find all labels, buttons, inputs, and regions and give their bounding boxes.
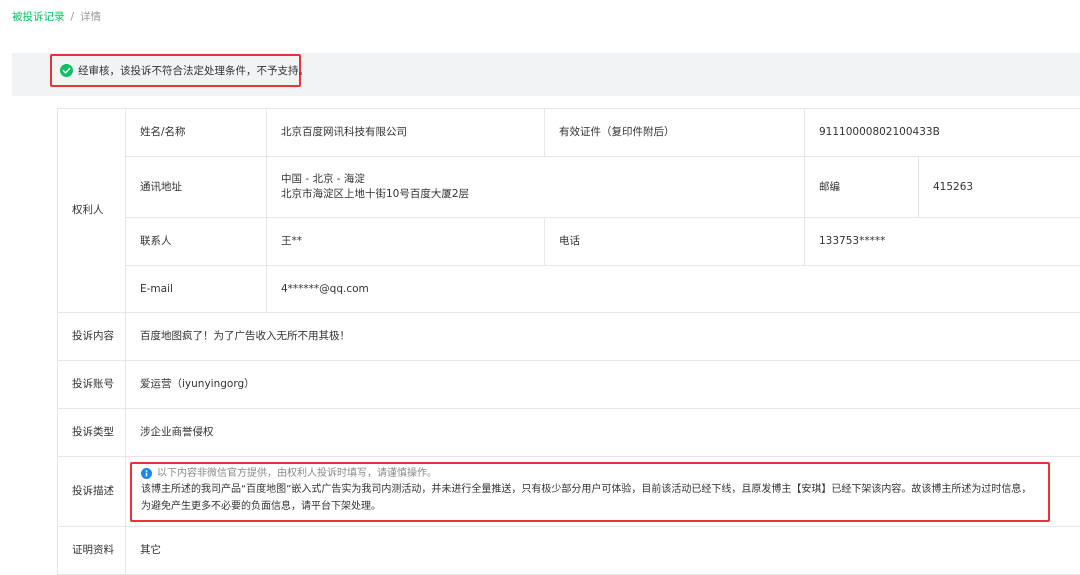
name-value: 北京百度网讯科技有限公司 [267, 109, 545, 157]
table-row: 通讯地址 中国 - 北京 - 海淀 北京市海淀区上地十街10号百度大厦2层 邮编… [58, 157, 1080, 218]
complaint-description-label: 投诉描述 [58, 457, 126, 527]
address-street: 北京市海淀区上地十街10号百度大厦2层 [281, 187, 804, 202]
phone-label: 电话 [545, 218, 805, 266]
review-status-bar: 经审核，该投诉不符合法定处理条件，不予支持。 [12, 53, 1080, 96]
proof-materials-value: 其它 [126, 527, 1080, 575]
complaint-type-label: 投诉类型 [58, 409, 126, 457]
complaint-account-label: 投诉账号 [58, 361, 126, 409]
table-row: 权利人 姓名/名称 北京百度网讯科技有限公司 有效证件（复印件附后） 91110… [58, 109, 1080, 157]
table-row: E-mail 4******@qq.com [58, 266, 1080, 313]
complaint-account-value: 爱运营（iyunyingorg） [126, 361, 1080, 409]
review-status-highlight: 经审核，该投诉不符合法定处理条件，不予支持。 [50, 54, 301, 87]
complaint-description-value: 以下内容非微信官方提供，由权利人投诉时填写，请谨慎操作。 该博主所述的我司产品“… [126, 457, 1080, 527]
table-row: 投诉账号 爱运营（iyunyingorg） [58, 361, 1080, 409]
breadcrumb-current: 详情 [80, 11, 101, 23]
complaint-type-value: 涉企业商誉侵权 [126, 409, 1080, 457]
name-label: 姓名/名称 [126, 109, 267, 157]
complaint-content-label: 投诉内容 [58, 313, 126, 361]
table-row: 投诉类型 涉企业商誉侵权 [58, 409, 1080, 457]
proof-materials-label: 证明资料 [58, 527, 126, 575]
email-value: 4******@qq.com [267, 266, 1080, 313]
table-row: 证明资料 其它 [58, 527, 1080, 575]
address-label: 通讯地址 [126, 157, 267, 218]
contact-value: 王** [267, 218, 545, 266]
complaint-detail-table: 权利人 姓名/名称 北京百度网讯科技有限公司 有效证件（复印件附后） 91110… [57, 108, 1080, 575]
complaint-content-value: 百度地图疯了！为了广告收入无所不用其极！ [126, 313, 1080, 361]
phone-value: 133753***** [805, 218, 1080, 266]
review-status-message: 经审核，该投诉不符合法定处理条件，不予支持。 [78, 63, 309, 78]
email-label: E-mail [126, 266, 267, 313]
rights-holder-label: 权利人 [58, 109, 126, 313]
table-row: 投诉内容 百度地图疯了！为了广告收入无所不用其极！ [58, 313, 1080, 361]
info-icon [141, 468, 152, 479]
contact-label: 联系人 [126, 218, 267, 266]
complaint-description-highlight: 以下内容非微信官方提供，由权利人投诉时填写，请谨慎操作。 该博主所述的我司产品“… [130, 462, 1050, 522]
breadcrumb: 被投诉记录 / 详情 [12, 10, 101, 24]
postcode-value: 415263 [919, 157, 1080, 218]
table-row: 投诉描述 以下内容非微信官方提供，由权利人投诉时填写，请谨慎操作。 该博主所述的… [58, 457, 1080, 527]
description-text-line-1: 该博主所述的我司产品“百度地图”嵌入式广告实为我司内测活动，并未进行全量推送，只… [141, 481, 1048, 498]
description-notice-text: 以下内容非微信官方提供，由权利人投诉时填写，请谨慎操作。 [157, 467, 437, 481]
id-document-value: 91110000802100433B [805, 109, 1080, 157]
postcode-label: 邮编 [805, 157, 919, 218]
address-region: 中国 - 北京 - 海淀 [281, 172, 804, 187]
id-document-label: 有效证件（复印件附后） [545, 109, 805, 157]
table-row: 联系人 王** 电话 133753***** [58, 218, 1080, 266]
breadcrumb-separator: / [71, 11, 75, 23]
description-notice: 以下内容非微信官方提供，由权利人投诉时填写，请谨慎操作。 [141, 467, 1048, 481]
check-circle-icon [60, 64, 73, 77]
breadcrumb-link-complaint-records[interactable]: 被投诉记录 [12, 11, 65, 23]
address-value: 中国 - 北京 - 海淀 北京市海淀区上地十街10号百度大厦2层 [267, 157, 805, 218]
description-text-line-2: 为避免产生更多不必要的负面信息，请平台下架处理。 [141, 498, 1048, 515]
